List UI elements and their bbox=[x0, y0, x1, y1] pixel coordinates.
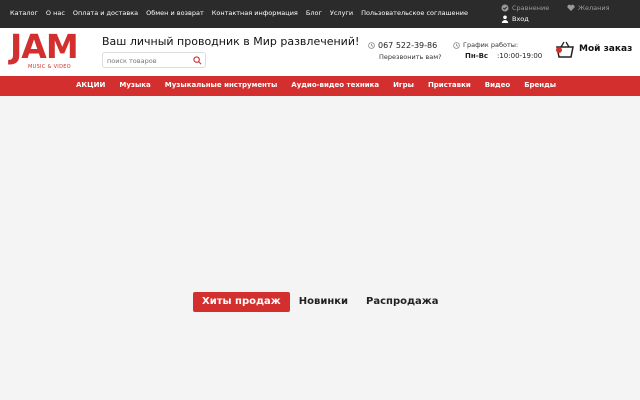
clock-icon bbox=[453, 41, 460, 49]
logo-subtitle: MUSIC & VIDEO bbox=[28, 64, 71, 70]
wishlist-label: Желания bbox=[578, 4, 610, 12]
header: JAM MUSIC & VIDEO Ваш личный проводник в… bbox=[0, 28, 640, 76]
phone-icon bbox=[368, 42, 375, 49]
tab-new[interactable]: Новинки bbox=[290, 292, 357, 312]
nav-item-audio-video[interactable]: Аудио-видео техника bbox=[291, 81, 379, 89]
nav-item-brands[interactable]: Бренды bbox=[524, 81, 556, 89]
heart-icon bbox=[567, 4, 575, 11]
product-tabs: Хиты продаж Новинки Распродажа bbox=[193, 292, 448, 312]
main-nav: АКЦИИ Музыка Музыкальные инструменты Ауд… bbox=[0, 76, 640, 96]
nav-items: АКЦИИ Музыка Музыкальные инструменты Ауд… bbox=[76, 81, 556, 89]
phone-number: 067 522-39-86 bbox=[378, 41, 438, 50]
nav-item-video[interactable]: Видео bbox=[485, 81, 510, 89]
tab-bestsellers[interactable]: Хиты продаж bbox=[193, 292, 290, 312]
toplink-services[interactable]: Услуги bbox=[330, 9, 353, 17]
logo[interactable]: JAM MUSIC & VIDEO bbox=[10, 30, 92, 72]
compare-label: Сравнение bbox=[512, 4, 550, 12]
top-bar: Каталог О нас Оплата и доставка Обмен и … bbox=[0, 0, 640, 28]
nav-item-consoles[interactable]: Приставки bbox=[428, 81, 471, 89]
user-icon bbox=[501, 15, 509, 23]
toplink-about[interactable]: О нас bbox=[46, 9, 65, 17]
search-input[interactable] bbox=[107, 55, 191, 66]
nav-item-games[interactable]: Игры bbox=[393, 81, 414, 89]
schedule-label-text: График работы: bbox=[463, 41, 519, 49]
nav-item-music[interactable]: Музыка bbox=[119, 81, 150, 89]
toplink-user-agreement[interactable]: Пользовательское соглашение bbox=[361, 9, 468, 17]
user-actions: Сравнение Желания Вход bbox=[501, 4, 631, 26]
cart-button[interactable]: Мой заказ bbox=[555, 41, 635, 61]
phone[interactable]: 067 522-39-86 bbox=[368, 41, 437, 50]
schedule-time: :10:00-19:00 bbox=[497, 52, 543, 60]
toplink-contacts[interactable]: Контактная информация bbox=[212, 9, 298, 17]
slogan: Ваш личный проводник в Мир развлечений! bbox=[102, 35, 360, 48]
toplink-blog[interactable]: Блог bbox=[306, 9, 322, 17]
toplink-exchange-return[interactable]: Обмен и возврат bbox=[146, 9, 204, 17]
search-box bbox=[102, 52, 206, 68]
nav-item-sales[interactable]: АКЦИИ bbox=[76, 81, 105, 89]
nav-item-instruments[interactable]: Музыкальные инструменты bbox=[165, 81, 278, 89]
login-link[interactable]: Вход bbox=[501, 15, 529, 23]
toplink-catalog[interactable]: Каталог bbox=[10, 9, 38, 17]
login-label: Вход bbox=[512, 15, 529, 23]
search-icon[interactable] bbox=[193, 56, 202, 65]
wishlist-link[interactable]: Желания bbox=[567, 4, 610, 12]
toplink-payment-delivery[interactable]: Оплата и доставка bbox=[73, 9, 138, 17]
schedule-label: График работы: bbox=[453, 41, 518, 49]
schedule-days: Пн-Вс bbox=[465, 52, 489, 60]
compare-link[interactable]: Сравнение bbox=[501, 4, 549, 12]
top-links: Каталог О нас Оплата и доставка Обмен и … bbox=[10, 9, 468, 17]
tab-sale[interactable]: Распродажа bbox=[357, 292, 447, 312]
compare-icon bbox=[501, 4, 509, 12]
logo-text: JAM bbox=[10, 27, 79, 66]
cart-badge bbox=[556, 47, 562, 53]
cart-label: Мой заказ bbox=[579, 44, 633, 54]
callback-link[interactable]: Перезвонить вам? bbox=[379, 53, 442, 61]
